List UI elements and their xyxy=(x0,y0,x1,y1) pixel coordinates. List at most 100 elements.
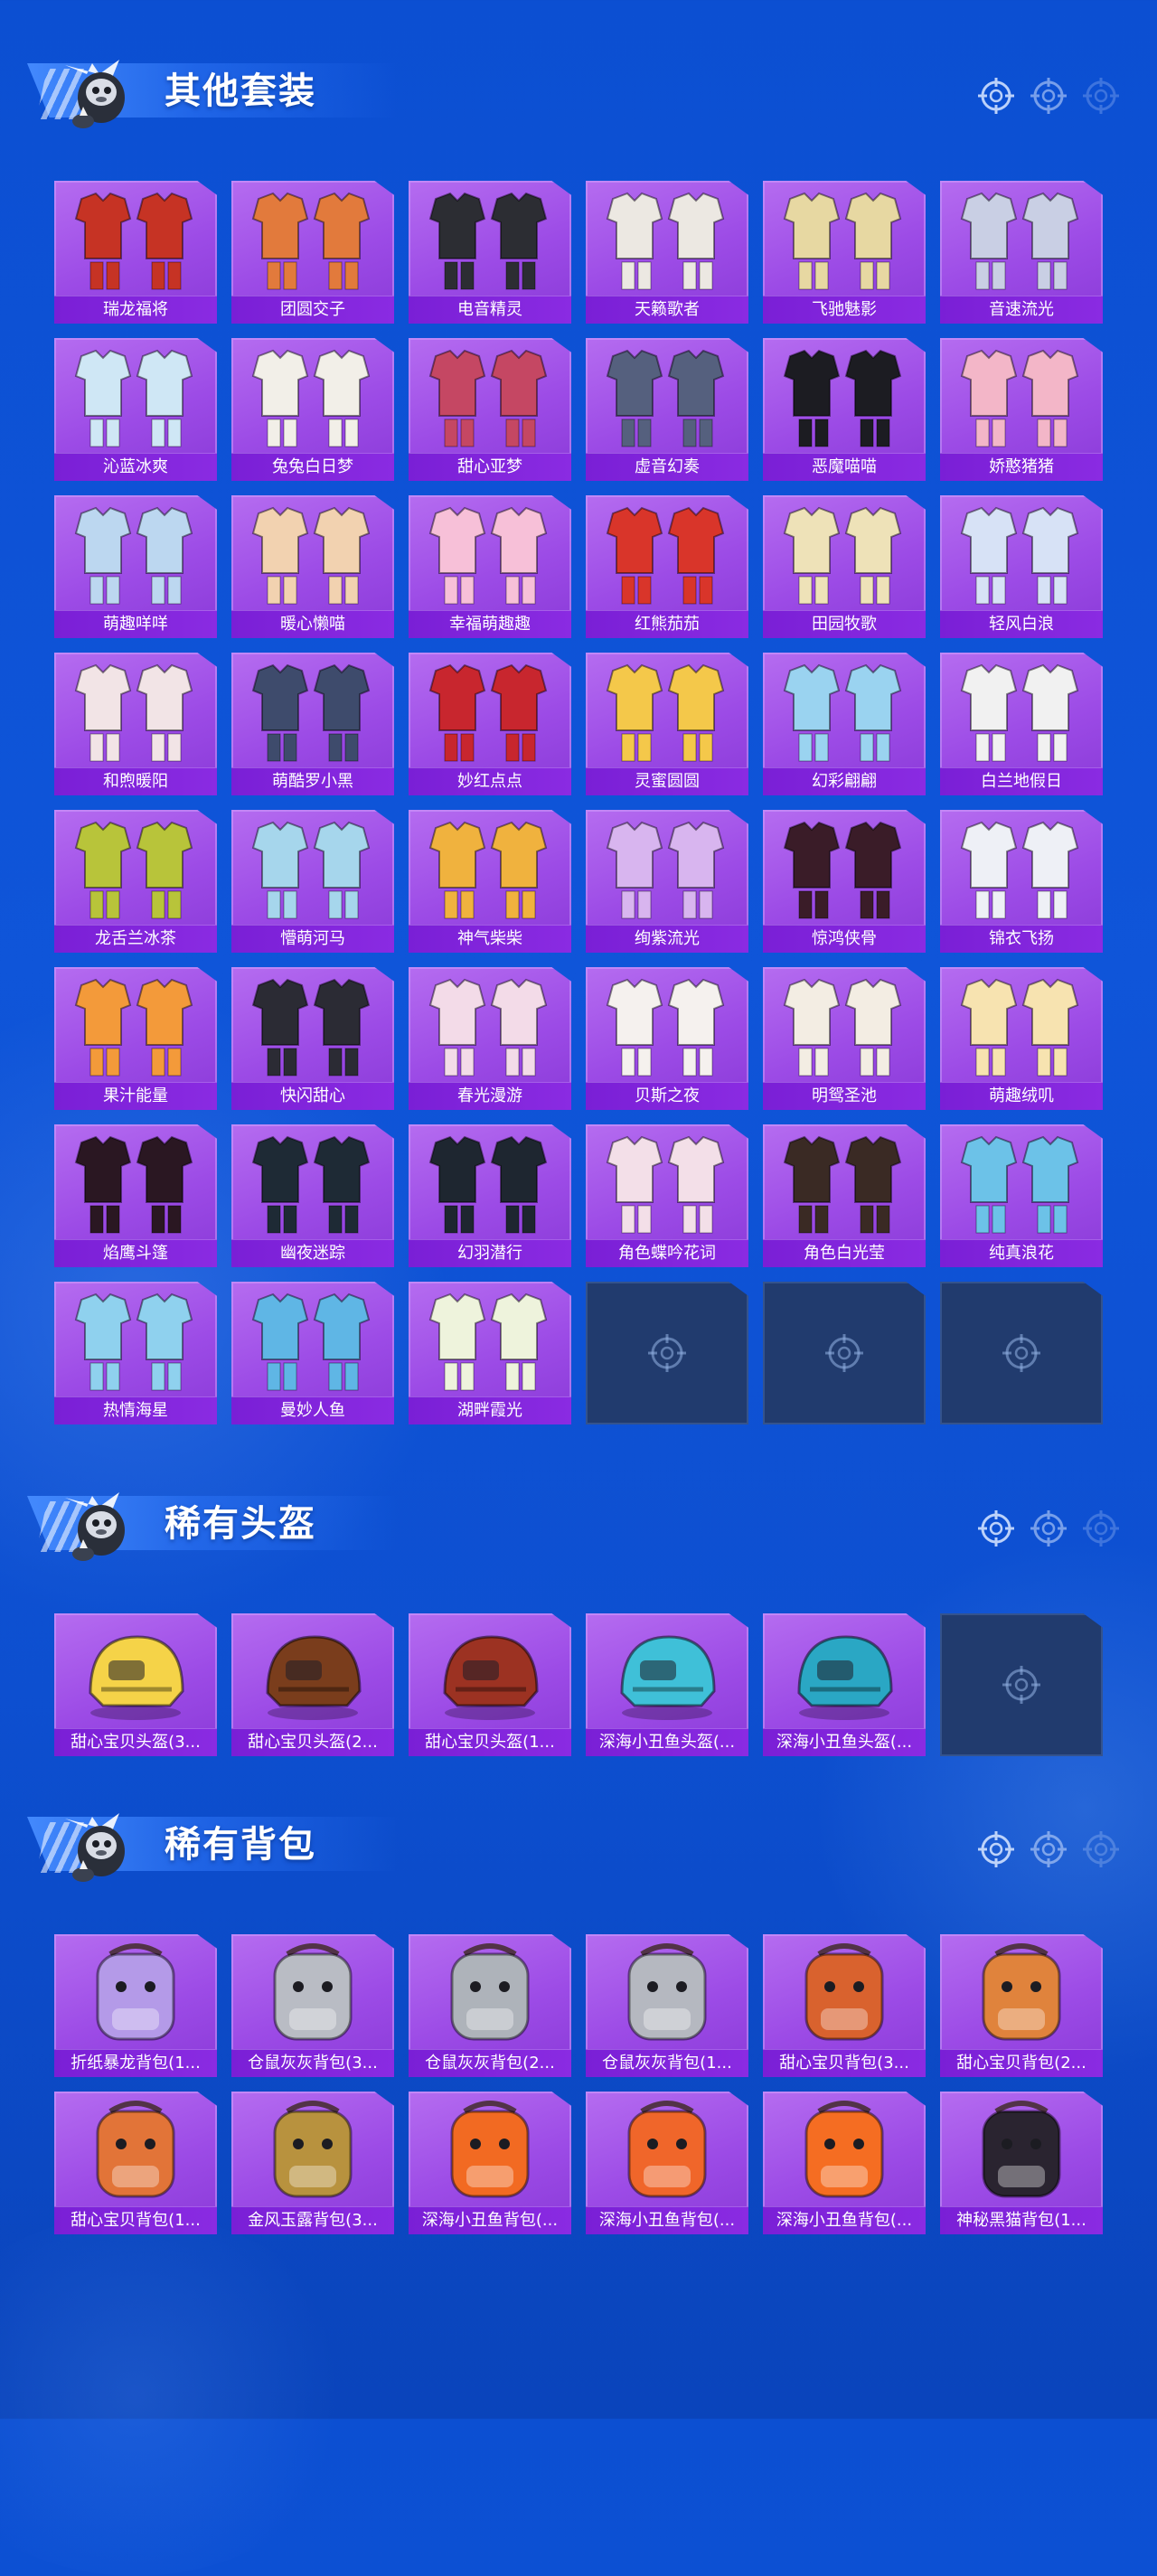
item-card[interactable]: 瑞龙福将 xyxy=(54,181,217,324)
item-card[interactable]: 仓鼠灰灰背包(2... xyxy=(409,1934,571,2077)
item-name: 团圆交子 xyxy=(231,296,394,324)
outfit-icon xyxy=(428,192,548,290)
outfit-icon xyxy=(74,821,193,919)
outfit-icon xyxy=(783,663,902,762)
item-card[interactable]: 甜心宝贝头盔(2... xyxy=(231,1613,394,1756)
item-card[interactable]: 田园牧歌 xyxy=(763,495,926,638)
item-name: 甜心亚梦 xyxy=(409,453,571,481)
item-name: 天籁歌者 xyxy=(586,296,748,324)
item-card[interactable]: 飞驰魅影 xyxy=(763,181,926,324)
outfit-icon xyxy=(428,821,548,919)
item-card[interactable]: 暖心懒喵 xyxy=(231,495,394,638)
item-card[interactable]: 轻风白浪 xyxy=(940,495,1103,638)
item-card[interactable]: 甜心宝贝头盔(1... xyxy=(409,1613,571,1756)
item-card[interactable]: 贝斯之夜 xyxy=(586,967,748,1110)
item-card[interactable]: 甜心宝贝背包(1... xyxy=(54,2092,217,2234)
item-name: 甜心宝贝头盔(3... xyxy=(54,1728,217,1756)
item-card[interactable]: 幻羽潜行 xyxy=(409,1124,571,1267)
outfit-icon xyxy=(251,978,371,1076)
item-name: 深海小丑鱼头盔(... xyxy=(763,1728,926,1756)
section-title: 稀有头盔 xyxy=(165,1503,316,1545)
item-card[interactable]: 仓鼠灰灰背包(3... xyxy=(231,1934,394,2077)
outfit-icon xyxy=(606,506,725,605)
item-card[interactable]: 仓鼠灰灰背包(1... xyxy=(586,1934,748,2077)
item-card[interactable]: 妙红点点 xyxy=(409,653,571,795)
backpack-icon xyxy=(96,2101,175,2198)
item-name: 萌趣绒叽 xyxy=(940,1082,1103,1110)
item-card[interactable]: 龙舌兰冰茶 xyxy=(54,810,217,953)
item-card[interactable]: 萌趣咩咩 xyxy=(54,495,217,638)
item-name: 暖心懒喵 xyxy=(231,610,394,638)
item-name: 轻风白浪 xyxy=(940,610,1103,638)
item-name: 贝斯之夜 xyxy=(586,1082,748,1110)
item-card[interactable]: 懵萌河马 xyxy=(231,810,394,953)
item-card[interactable]: 灵蜜圆圆 xyxy=(586,653,748,795)
item-card[interactable]: 团圆交子 xyxy=(231,181,394,324)
item-card[interactable]: 角色蝶吟花词 xyxy=(586,1124,748,1267)
item-name: 娇憨猪猪 xyxy=(940,453,1103,481)
item-card[interactable]: 明鸳圣池 xyxy=(763,967,926,1110)
item-name: 绚紫流光 xyxy=(586,925,748,953)
backpack-icon xyxy=(804,2101,884,2198)
target-icon xyxy=(978,1510,1014,1547)
item-card[interactable]: 快闪甜心 xyxy=(231,967,394,1110)
outfit-icon xyxy=(251,349,371,447)
item-card[interactable]: 深海小丑鱼背包(... xyxy=(763,2092,926,2234)
item-card[interactable]: 焰鹰斗篷 xyxy=(54,1124,217,1267)
item-card[interactable]: 娇憨猪猪 xyxy=(940,338,1103,481)
item-card[interactable]: 热情海星 xyxy=(54,1282,217,1424)
item-card[interactable]: 深海小丑鱼背包(... xyxy=(409,2092,571,2234)
item-name: 瑞龙福将 xyxy=(54,296,217,324)
item-card[interactable]: 和煦暖阳 xyxy=(54,653,217,795)
item-card[interactable]: 甜心宝贝头盔(3... xyxy=(54,1613,217,1756)
item-card[interactable]: 纯真浪花 xyxy=(940,1124,1103,1267)
item-name: 幻羽潜行 xyxy=(409,1239,571,1267)
item-card[interactable]: 深海小丑鱼背包(... xyxy=(586,2092,748,2234)
item-card[interactable]: 萌趣绒叽 xyxy=(940,967,1103,1110)
item-card[interactable]: 甜心宝贝背包(2... xyxy=(940,1934,1103,2077)
outfit-icon xyxy=(428,663,548,762)
item-card[interactable]: 神气柴柴 xyxy=(409,810,571,953)
item-card[interactable]: 金风玉露背包(3... xyxy=(231,2092,394,2234)
item-name: 沁蓝冰爽 xyxy=(54,453,217,481)
item-card[interactable]: 角色白光莹 xyxy=(763,1124,926,1267)
item-card[interactable]: 惊鸿侠骨 xyxy=(763,810,926,953)
item-card[interactable]: 折纸暴龙背包(1... xyxy=(54,1934,217,2077)
item-card[interactable]: 白兰地假日 xyxy=(940,653,1103,795)
item-card[interactable]: 电音精灵 xyxy=(409,181,571,324)
item-card[interactable]: 果汁能量 xyxy=(54,967,217,1110)
item-card[interactable]: 绚紫流光 xyxy=(586,810,748,953)
item-card[interactable]: 锦衣飞扬 xyxy=(940,810,1103,953)
outfit-icon xyxy=(606,978,725,1076)
item-card[interactable]: 神秘黑猫背包(1... xyxy=(940,2092,1103,2234)
outfit-icon xyxy=(783,192,902,290)
outfit-icon xyxy=(251,821,371,919)
section-rare-helmets: 稀有头盔 甜心宝贝头盔(3... 甜心宝贝头盔(2... 甜心宝贝头盔(1... 深海… xyxy=(0,1469,1157,1756)
item-card[interactable]: 沁蓝冰爽 xyxy=(54,338,217,481)
item-card[interactable]: 幸福萌趣趣 xyxy=(409,495,571,638)
decor-targets xyxy=(976,1509,1121,1548)
item-card[interactable]: 恶魔喵喵 xyxy=(763,338,926,481)
item-card[interactable]: 音速流光 xyxy=(940,181,1103,324)
outfit-icon xyxy=(74,506,193,605)
backpack-icon xyxy=(982,2101,1061,2198)
item-card[interactable]: 红熊茄茄 xyxy=(586,495,748,638)
item-card[interactable]: 萌酷罗小黑 xyxy=(231,653,394,795)
item-card[interactable]: 虚音幻奏 xyxy=(586,338,748,481)
outfit-icon xyxy=(606,192,725,290)
item-card[interactable]: 春光漫游 xyxy=(409,967,571,1110)
item-grid: 瑞龙福将 团圆交子 电音精灵 天籁歌者 飞驰魅影 音速流光沁蓝冰爽 兔兔白日梦 甜心亚梦 虚音幻… xyxy=(54,181,1103,1424)
item-card[interactable]: 曼妙人鱼 xyxy=(231,1282,394,1424)
backpack-icon xyxy=(96,1943,175,2041)
item-card[interactable]: 深海小丑鱼头盔(... xyxy=(586,1613,748,1756)
item-card[interactable]: 幽夜迷踪 xyxy=(231,1124,394,1267)
item-card[interactable]: 甜心亚梦 xyxy=(409,338,571,481)
item-card[interactable]: 兔兔白日梦 xyxy=(231,338,394,481)
item-name: 焰鹰斗篷 xyxy=(54,1239,217,1267)
item-card[interactable]: 甜心宝贝背包(3... xyxy=(763,1934,926,2077)
item-card[interactable]: 深海小丑鱼头盔(... xyxy=(763,1613,926,1756)
item-card[interactable]: 幻彩翩翩 xyxy=(763,653,926,795)
item-card[interactable]: 湖畔霞光 xyxy=(409,1282,571,1424)
item-card[interactable]: 天籁歌者 xyxy=(586,181,748,324)
item-name: 湖畔霞光 xyxy=(409,1396,571,1424)
